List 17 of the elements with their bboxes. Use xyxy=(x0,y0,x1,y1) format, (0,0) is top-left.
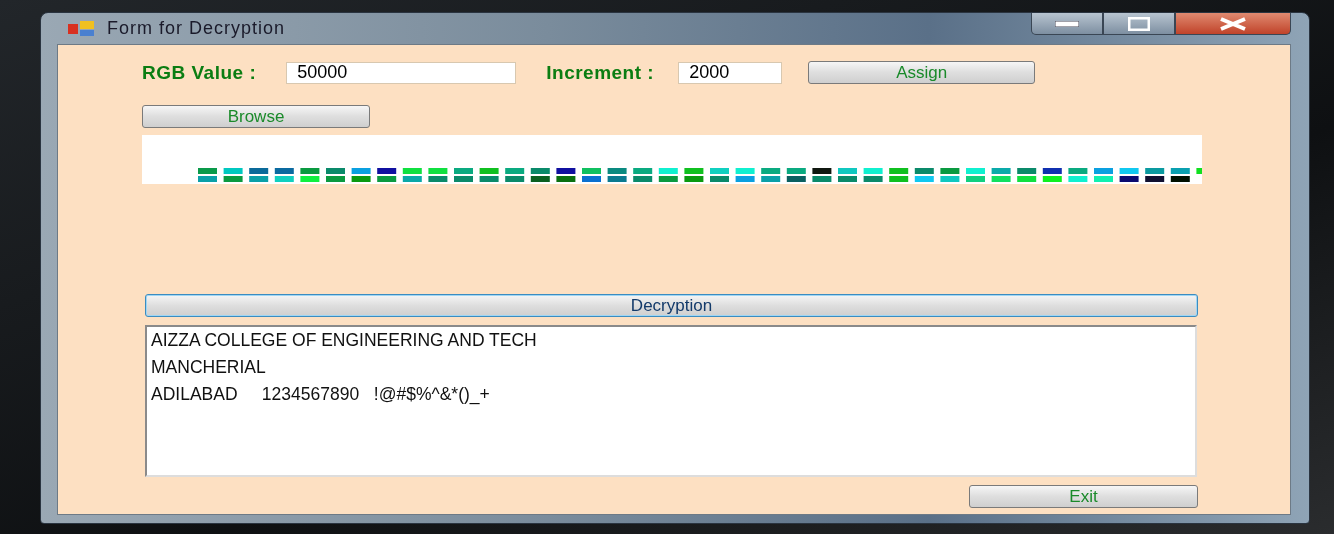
app-icon xyxy=(67,19,95,38)
close-icon xyxy=(1218,16,1248,31)
minimize-button[interactable] xyxy=(1031,13,1103,35)
output-text-line: ADILABAD 1234567890 !@#$%^&*()_+ xyxy=(151,383,491,407)
increment-field[interactable]: 2000 xyxy=(678,61,783,84)
increment-label: Increment : xyxy=(546,61,655,84)
output-text-line: AIZZA COLLEGE OF ENGINEERING AND TECH xyxy=(151,329,538,352)
maximize-button[interactable] xyxy=(1103,13,1175,35)
close-button[interactable] xyxy=(1175,13,1291,35)
window-title: Form for Decryption xyxy=(107,18,286,39)
rgb-value-label: RGB Value : xyxy=(142,61,257,84)
output-text-box[interactable]: AIZZA COLLEGE OF ENGINEERING AND TECH MANCHERIAL ADILABAD 1234567890 !@#$%^&*()_+ xyxy=(145,325,1197,477)
output-text-line: MANCHERIAL xyxy=(151,356,267,379)
maximize-icon xyxy=(1128,16,1150,31)
rgb-value-field[interactable]: 50000 xyxy=(286,61,517,84)
decryption-button[interactable]: Decryption xyxy=(145,294,1198,317)
minimize-icon xyxy=(1055,20,1079,27)
